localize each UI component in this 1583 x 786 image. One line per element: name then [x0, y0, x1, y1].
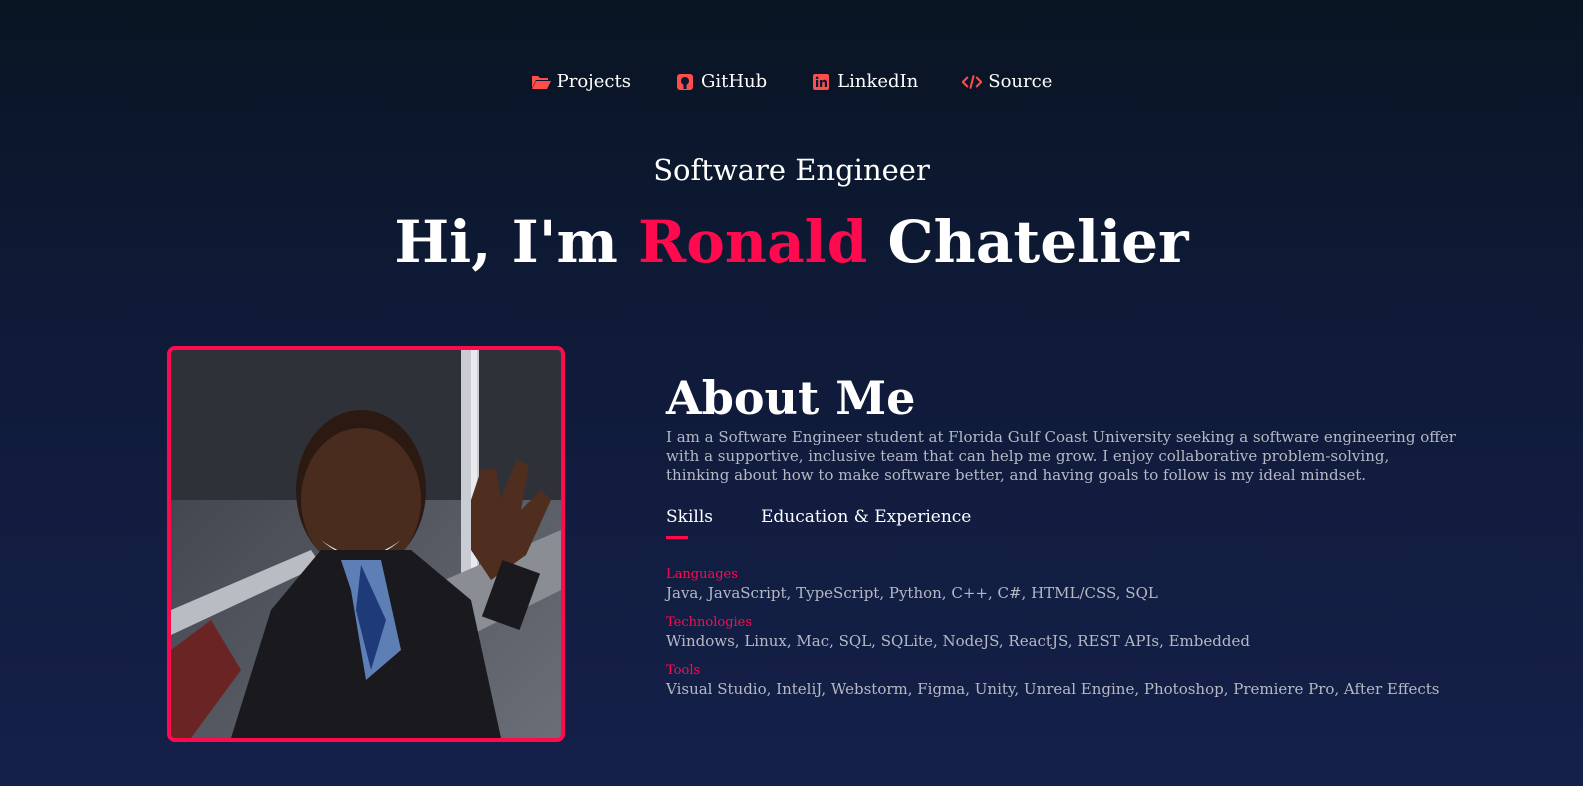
linkedin-icon: [811, 72, 831, 92]
tab-skills[interactable]: Skills: [666, 505, 713, 539]
hero-first-name: Ronald: [638, 208, 868, 276]
nav-label: Projects: [556, 71, 631, 92]
code-icon: [962, 72, 983, 92]
hero-greeting: Hi, I'm: [394, 208, 618, 276]
skill-group-list: Windows, Linux, Mac, SQL, SQLite, NodeJS…: [666, 632, 1250, 650]
tab-education-experience[interactable]: Education & Experience: [761, 505, 971, 529]
about-tabs: Skills Education & Experience: [666, 505, 1466, 539]
skill-group-list: Java, JavaScript, TypeScript, Python, C+…: [666, 584, 1158, 602]
skill-group-title: Languages: [666, 567, 738, 582]
skill-group-title: Technologies: [666, 615, 753, 630]
hero-last-name: Chatelier: [887, 208, 1189, 276]
skill-group-languages: Languages Java, JavaScript, TypeScript, …: [666, 567, 1466, 603]
about-section: About Me I am a Software Engineer studen…: [666, 370, 1466, 711]
nav-link-linkedin[interactable]: LinkedIn: [811, 70, 918, 94]
nav-label: LinkedIn: [837, 71, 919, 92]
nav-link-source[interactable]: Source: [962, 70, 1052, 94]
nav-link-github[interactable]: GitHub: [675, 70, 767, 94]
skills-panel: Languages Java, JavaScript, TypeScript, …: [666, 567, 1466, 699]
github-icon: [675, 72, 695, 92]
nav-label: Source: [988, 71, 1053, 92]
about-bio: I am a Software Engineer student at Flor…: [666, 428, 1456, 484]
profile-photo-illustration: [171, 350, 561, 738]
nav-link-projects[interactable]: Projects: [531, 70, 631, 94]
skill-group-technologies: Technologies Windows, Linux, Mac, SQL, S…: [666, 615, 1466, 651]
nav-label: GitHub: [700, 71, 768, 92]
hero-headline: Hi, I'm Ronald Chatelier: [0, 202, 1583, 282]
profile-photo: [167, 346, 565, 742]
folder-open-icon: [531, 72, 551, 92]
hero-subtitle: Software Engineer: [653, 153, 930, 187]
skill-group-list: Visual Studio, InteliJ, Webstorm, Figma,…: [666, 680, 1440, 698]
skill-group-title: Tools: [666, 663, 701, 678]
about-title: About Me: [666, 371, 916, 425]
skill-group-tools: Tools Visual Studio, InteliJ, Webstorm, …: [666, 663, 1466, 699]
top-nav: Projects GitHub LinkedIn Source: [0, 70, 1583, 94]
